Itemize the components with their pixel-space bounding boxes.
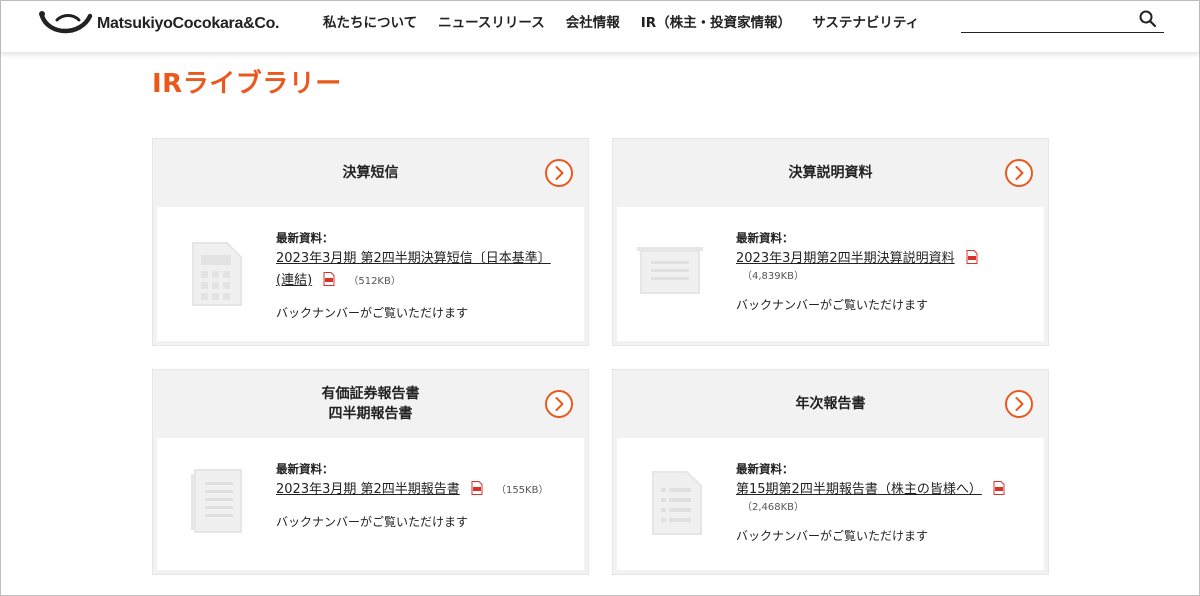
- card-header[interactable]: 有価証券報告書 四半期報告書: [153, 370, 588, 438]
- card-body: 最新資料： 2023年3月期 第2四半期決算短信〔日本基準〕(連結) （512K…: [157, 207, 584, 341]
- brand-name: MatsukiyoCocokara&Co.: [97, 15, 280, 32]
- search-icon[interactable]: [1138, 9, 1158, 29]
- latest-doc-link[interactable]: 2023年3月期 第2四半期報告書: [276, 482, 460, 497]
- card-title: 決算説明資料: [788, 165, 873, 181]
- doc-entry: 2023年3月期 第2四半期決算短信〔日本基準〕(連結) （512KB）: [276, 247, 566, 291]
- card-header[interactable]: 決算説明資料: [613, 139, 1048, 207]
- doc-entry: 第15期第2四半期報告書（株主の皆様へ） （2,468KB）: [736, 478, 1024, 516]
- latest-doc-link[interactable]: 2023年3月期第2四半期決算説明資料: [736, 251, 955, 266]
- nav-item-ir[interactable]: IR（株主・投資家情報）: [641, 13, 791, 33]
- latest-label: 最新資料：: [736, 462, 794, 476]
- backnumber-text: バックナンバーがご覧いただけます: [276, 515, 469, 529]
- arrow-right-circle-icon[interactable]: [544, 389, 574, 419]
- card-info: 最新資料： 2023年3月期 第2四半期報告書 （155KB） バックナンバーが…: [276, 460, 564, 530]
- card-yuka-shoken: 有価証券報告書 四半期報告書 最新資料： 2023年3月期 第2四半期報告書 （…: [152, 369, 589, 575]
- card-nenji-hokoku: 年次報告書 最新資料： 第15期第2四半期報告書（株主の皆様へ） （2,468K…: [612, 369, 1049, 575]
- nav-item-sustainability[interactable]: サステナビリティ: [812, 13, 919, 33]
- nav-item-about[interactable]: 私たちについて: [323, 13, 417, 33]
- search-box: [961, 9, 1164, 33]
- pdf-icon: [323, 272, 335, 286]
- pdf-icon: [471, 481, 483, 495]
- doc-entry: 2023年3月期 第2四半期報告書 （155KB）: [276, 478, 564, 500]
- page-title: IRライブラリー: [152, 69, 342, 99]
- arrow-right-circle-icon[interactable]: [544, 158, 574, 188]
- presentation-document-icon: [637, 247, 703, 294]
- logo-mark-icon: [39, 11, 93, 34]
- nav-item-company[interactable]: 会社情報: [566, 13, 620, 33]
- pdf-icon: [993, 481, 1005, 495]
- card-title: 決算短信: [342, 165, 399, 181]
- latest-label: 最新資料：: [736, 231, 794, 245]
- latest-doc-link[interactable]: 第15期第2四半期報告書（株主の皆様へ）: [736, 482, 982, 497]
- card-info: 最新資料： 2023年3月期第2四半期決算説明資料 （4,839KB） バックナ…: [736, 229, 1024, 313]
- arrow-right-circle-icon[interactable]: [1004, 389, 1034, 419]
- card-info: 最新資料： 2023年3月期 第2四半期決算短信〔日本基準〕(連結) （512K…: [276, 229, 564, 321]
- arrow-right-circle-icon[interactable]: [1004, 158, 1034, 188]
- file-size: （4,839KB）: [742, 271, 805, 282]
- card-title: 年次報告書: [795, 396, 866, 412]
- latest-label: 最新資料：: [276, 231, 334, 245]
- backnumber-text: バックナンバーがご覧いただけます: [736, 529, 929, 543]
- nav-item-news[interactable]: ニュースリリース: [438, 13, 545, 33]
- backnumber-text: バックナンバーがご覧いただけます: [276, 306, 469, 320]
- card-title-line2: 四半期報告書: [328, 406, 413, 422]
- card-body: 最新資料： 第15期第2四半期報告書（株主の皆様へ） （2,468KB） バック…: [617, 438, 1044, 570]
- card-header[interactable]: 決算短信: [153, 139, 588, 207]
- doc-entry: 2023年3月期第2四半期決算説明資料 （4,839KB）: [736, 247, 1024, 285]
- site-header: MatsukiyoCocokara&Co. 私たちについて ニュースリリース 会…: [1, 1, 1199, 53]
- backnumber-text: バックナンバーがご覧いただけます: [736, 298, 929, 312]
- card-header[interactable]: 年次報告書: [613, 370, 1048, 438]
- card-body: 最新資料： 2023年3月期第2四半期決算説明資料 （4,839KB） バックナ…: [617, 207, 1044, 341]
- card-title-line1: 有価証券報告書: [321, 386, 420, 402]
- pdf-icon: [966, 250, 978, 264]
- latest-label: 最新資料：: [276, 462, 334, 476]
- file-size: （512KB）: [348, 276, 401, 287]
- report-document-icon: [191, 469, 242, 533]
- file-size: （2,468KB）: [742, 502, 805, 513]
- brand-logo[interactable]: MatsukiyoCocokara&Co.: [37, 9, 280, 39]
- card-kessan-tanshin: 決算短信 最新資料： 2023年3月期 第2四半期決算短信〔日本基準〕(連結): [152, 138, 589, 346]
- latest-doc-link[interactable]: 2023年3月期 第2四半期決算短信〔日本基準〕(連結): [276, 251, 551, 288]
- card-title: 有価証券報告書 四半期報告書: [322, 384, 420, 424]
- card-info: 最新資料： 第15期第2四半期報告書（株主の皆様へ） （2,468KB） バック…: [736, 460, 1024, 544]
- card-body: 最新資料： 2023年3月期 第2四半期報告書 （155KB） バックナンバーが…: [157, 438, 584, 570]
- list-document-icon: [652, 471, 702, 535]
- main-nav: 私たちについて ニュースリリース 会社情報 IR（株主・投資家情報） サステナビ…: [323, 13, 940, 33]
- file-size: （155KB）: [495, 485, 549, 496]
- search-input[interactable]: [961, 9, 1131, 32]
- calculator-document-icon: [192, 242, 242, 306]
- card-kessan-setsumei: 決算説明資料 最新資料： 2023年3月期第2四半期決算説明資料 （4,839K…: [612, 138, 1049, 346]
